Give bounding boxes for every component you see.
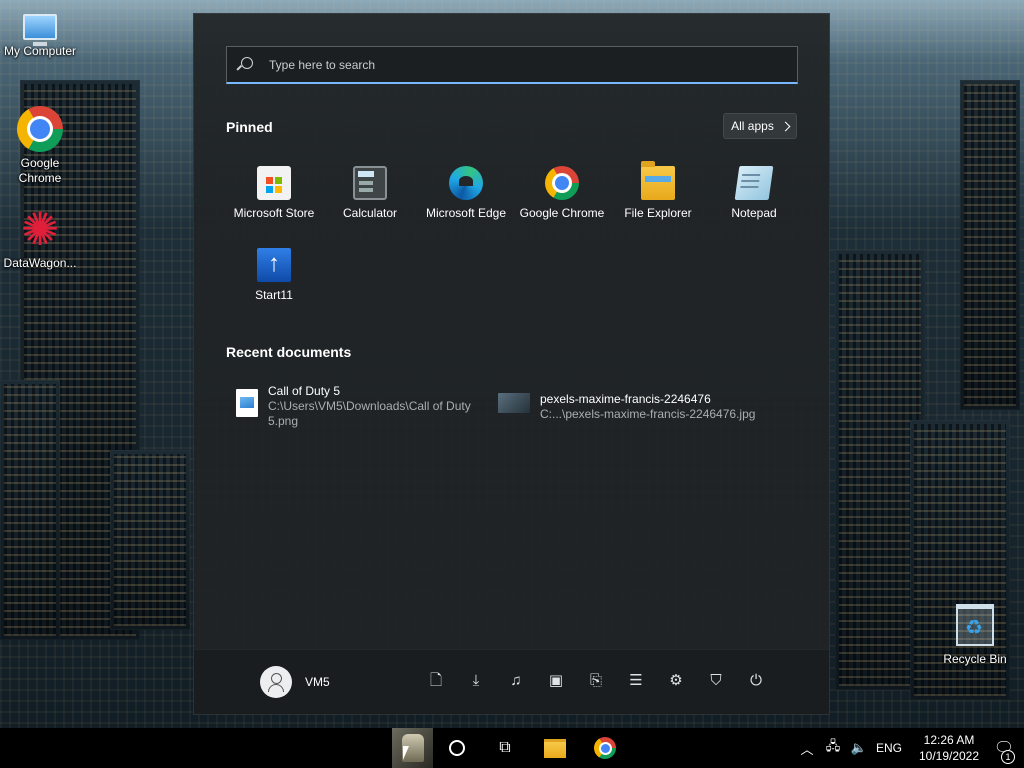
clock[interactable]: 12:26 AM 10/19/2022 <box>914 732 984 764</box>
mouse-cursor <box>403 746 409 760</box>
pinned-app-label: Microsoft Store <box>233 206 315 220</box>
desktop-icon-label: Recycle Bin <box>943 652 1007 666</box>
power-icon[interactable]: ⏻ <box>746 671 766 691</box>
all-apps-button[interactable]: All apps <box>723 113 797 139</box>
pinned-app-file-explorer[interactable]: File Explorer <box>610 160 706 220</box>
user-account-button[interactable]: VM5 <box>260 666 330 698</box>
store-icon <box>257 166 291 200</box>
wallpaper-building <box>0 380 60 640</box>
document-icon[interactable]: 🗋 <box>426 671 446 691</box>
pinned-app-label: File Explorer <box>624 206 692 220</box>
document-path: C:\Users\VM5\Downloads\Call of Duty <box>268 399 471 413</box>
taskbar: ⧉ ︿ 🖧 🔈 ENG 12:26 AM 10/19/2022 🗨 1 <box>0 728 1024 768</box>
search-input[interactable] <box>269 57 769 72</box>
download-icon[interactable]: ⤓ <box>466 671 486 691</box>
pinned-app-notepad[interactable]: Notepad <box>706 160 802 220</box>
start11-icon <box>257 248 291 282</box>
chrome-icon <box>545 166 579 200</box>
all-apps-label: All apps <box>731 119 774 133</box>
datawagon-icon <box>17 206 63 252</box>
music-icon[interactable]: ♫ <box>506 671 526 691</box>
desktop-icon-recycle-bin[interactable]: Recycle Bin <box>935 604 1015 667</box>
start-menu: Pinned All apps Microsoft Store Calculat… <box>193 13 830 715</box>
search-icon <box>237 56 253 73</box>
quick-access-bar: 🗋 ⤓ ♫ ▣ ⎘ ☰ ⚙ ⛉ ⏻ <box>426 671 766 691</box>
edge-icon <box>449 166 483 200</box>
pictures-icon[interactable]: ▣ <box>546 671 566 691</box>
taskbar-file-explorer-icon[interactable] <box>538 728 572 768</box>
pinned-title: Pinned <box>226 119 273 135</box>
calculator-icon <box>353 166 387 200</box>
chrome-icon <box>17 106 63 152</box>
image-file-icon <box>236 389 258 417</box>
task-view-icon[interactable]: ⧉ <box>488 728 522 768</box>
desktop-icon-label: Google Chrome <box>0 156 80 186</box>
chrome-center-dot <box>600 743 610 753</box>
start-menu-footer: VM5 🗋 ⤓ ♫ ▣ ⎘ ☰ ⚙ ⛉ ⏻ <box>194 649 829 714</box>
language-indicator[interactable]: ENG <box>872 741 906 755</box>
desktop-icon-my-computer[interactable]: My Computer <box>0 6 80 59</box>
document-path-continued: 5.png <box>268 414 299 428</box>
system-tray: ︿ 🖧 🔈 ENG 12:26 AM 10/19/2022 🗨 1 <box>794 728 1024 768</box>
desktop-icon-datawagon[interactable]: DataWagon... <box>0 206 80 271</box>
wallpaper-building <box>960 80 1020 410</box>
pinned-app-microsoft-store[interactable]: Microsoft Store <box>226 160 322 220</box>
document-path: C:...\pexels-maxime-francis-2246476.jpg <box>540 407 756 421</box>
cortana-circle-icon[interactable] <box>440 728 474 768</box>
security-icon[interactable]: ⛉ <box>706 671 726 691</box>
folder-icon <box>641 161 675 200</box>
desktop-icon-label-text: Google Chrome <box>18 156 62 185</box>
desktop-icon-label: DataWagon... <box>3 256 77 270</box>
pinned-apps-grid: Microsoft Store Calculator Microsoft Edg… <box>226 160 806 302</box>
pinned-app-start11[interactable]: Start11 <box>226 242 322 302</box>
desktop-icon-google-chrome[interactable]: Google Chrome <box>0 106 80 186</box>
start-button[interactable] <box>392 728 433 768</box>
pinned-app-label: Calculator <box>342 206 398 220</box>
chevron-right-icon <box>780 121 791 132</box>
notepad-icon <box>734 166 774 200</box>
pinned-app-label: Google Chrome <box>519 206 605 220</box>
chevron-up-icon[interactable]: ︿ <box>794 739 820 758</box>
gear-icon[interactable]: ⚙ <box>666 671 686 691</box>
pinned-app-label: Microsoft Edge <box>425 206 507 220</box>
notification-badge: 1 <box>1001 750 1015 764</box>
volume-icon[interactable]: 🔈 <box>846 740 872 756</box>
network-icon[interactable]: 🖧 <box>820 737 846 759</box>
search-box[interactable] <box>226 46 798 84</box>
document-name: Call of Duty 5 <box>268 384 341 398</box>
pinned-app-label: Start11 <box>255 288 293 302</box>
settings-sliders-icon[interactable]: ☰ <box>626 671 646 691</box>
recent-document-item[interactable]: Call of Duty 5 C:\Users\VM5\Downloads\Ca… <box>236 383 471 429</box>
clock-date: 10/19/2022 <box>918 749 980 763</box>
desktop-icon-label: My Computer <box>3 44 77 58</box>
recent-document-item[interactable]: pexels-maxime-francis-2246476 C:...\pexe… <box>498 391 755 422</box>
user-name: VM5 <box>305 675 330 689</box>
pinned-app-calculator[interactable]: Calculator <box>322 160 418 220</box>
avatar <box>260 666 292 698</box>
recent-documents-title: Recent documents <box>226 344 352 360</box>
network-folder-icon[interactable]: ⎘ <box>586 671 606 691</box>
pinned-app-microsoft-edge[interactable]: Microsoft Edge <box>418 160 514 220</box>
recycle-bin-icon <box>956 604 994 646</box>
computer-icon <box>23 14 57 46</box>
clock-time: 12:26 AM <box>923 733 975 747</box>
pinned-app-label: Notepad <box>731 206 777 220</box>
pinned-app-google-chrome[interactable]: Google Chrome <box>514 160 610 220</box>
taskbar-chrome-icon[interactable] <box>588 728 622 768</box>
document-name: pexels-maxime-francis-2246476 <box>540 392 711 406</box>
image-thumbnail-icon <box>498 393 530 413</box>
wallpaper-building <box>110 450 190 630</box>
notification-center-button[interactable]: 🗨 1 <box>984 738 1024 764</box>
